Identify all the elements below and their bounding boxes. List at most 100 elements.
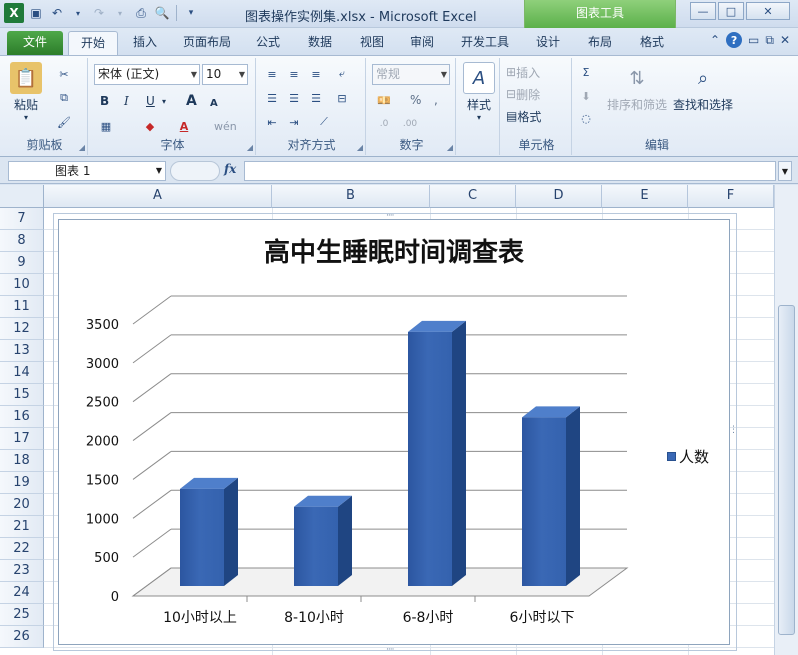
tab-view[interactable]: 视图: [350, 31, 394, 55]
borders-icon[interactable]: ▦: [96, 116, 116, 136]
underline-button[interactable]: U: [146, 91, 155, 111]
row-header-10[interactable]: 10: [0, 274, 44, 296]
close-button[interactable]: ✕: [746, 2, 790, 20]
align-right-icon[interactable]: ☰: [306, 88, 326, 108]
doc-close-icon[interactable]: ✕: [780, 33, 790, 47]
tab-layout[interactable]: 布局: [578, 31, 622, 55]
tab-design[interactable]: 设计: [526, 31, 570, 55]
customize-qat-icon[interactable]: ▾: [182, 4, 200, 22]
row-header-13[interactable]: 13: [0, 340, 44, 362]
column-header-b[interactable]: B: [272, 185, 430, 208]
print-icon[interactable]: ⎙: [132, 4, 150, 22]
select-all-corner[interactable]: [0, 185, 44, 208]
orientation-icon[interactable]: ⟋: [314, 112, 334, 132]
decrease-decimal-icon[interactable]: .00: [400, 114, 420, 134]
align-top-icon[interactable]: ≡: [262, 64, 282, 84]
increase-decimal-icon[interactable]: .0: [374, 114, 394, 134]
scrollbar-thumb[interactable]: [778, 305, 795, 635]
row-header-22[interactable]: 22: [0, 538, 44, 560]
excel-app-icon[interactable]: X: [4, 3, 24, 23]
redo-dropdown-icon[interactable]: ▾: [111, 4, 129, 22]
font-name-combo[interactable]: 宋体 (正文) ▼: [94, 64, 200, 85]
row-header-17[interactable]: 17: [0, 428, 44, 450]
row-header-12[interactable]: 12: [0, 318, 44, 340]
format-painter-icon[interactable]: 🖌: [54, 112, 74, 132]
paste-button[interactable]: 📋 粘贴 ▾: [8, 62, 44, 122]
expand-formula-icon[interactable]: ▼: [778, 161, 792, 181]
autosum-icon[interactable]: Σ: [576, 62, 596, 82]
align-middle-icon[interactable]: ≡: [284, 64, 304, 84]
doc-restore-icon[interactable]: ⧉: [765, 33, 774, 48]
row-header-18[interactable]: 18: [0, 450, 44, 472]
doc-minimize-icon[interactable]: ▭: [748, 33, 759, 47]
chart-1[interactable]: 高中生睡眠时间调查表 0 500 1000 1500 2000 2500 3000 3500 1…: [58, 219, 730, 645]
delete-cells-button[interactable]: ⊟ 删除: [506, 84, 540, 104]
increase-indent-icon[interactable]: ⇥: [284, 112, 304, 132]
name-box[interactable]: 图表 1 ▼: [8, 161, 166, 181]
font-launcher-icon[interactable]: ◢: [247, 143, 253, 152]
formula-input[interactable]: [244, 161, 776, 181]
align-left-icon[interactable]: ☰: [262, 88, 282, 108]
copy-icon[interactable]: ⧉: [54, 88, 74, 108]
styles-button[interactable]: A 样式 ▾: [462, 62, 496, 122]
fill-icon[interactable]: ⬇: [576, 86, 596, 106]
row-header-21[interactable]: 21: [0, 516, 44, 538]
decrease-indent-icon[interactable]: ⇤: [262, 112, 282, 132]
tab-home[interactable]: 开始: [68, 31, 118, 55]
row-header-15[interactable]: 15: [0, 384, 44, 406]
tab-format[interactable]: 格式: [630, 31, 674, 55]
column-header-c[interactable]: C: [430, 185, 516, 208]
save-icon[interactable]: ▣: [27, 4, 45, 22]
tab-formulas[interactable]: 公式: [246, 31, 290, 55]
maximize-button[interactable]: □: [718, 2, 744, 20]
row-header-24[interactable]: 24: [0, 582, 44, 604]
column-header-f[interactable]: F: [688, 185, 774, 208]
font-size-combo[interactable]: 10 ▼: [202, 64, 248, 85]
tab-file[interactable]: 文件: [7, 31, 63, 55]
italic-button[interactable]: I: [124, 91, 129, 111]
align-center-icon[interactable]: ☰: [284, 88, 304, 108]
vertical-scrollbar[interactable]: [774, 185, 798, 655]
row-header-16[interactable]: 16: [0, 406, 44, 428]
redo-icon[interactable]: ↷: [90, 4, 108, 22]
find-select-button[interactable]: ⌕ 查找和选择: [670, 62, 736, 113]
format-cells-button[interactable]: ▤ 格式: [506, 106, 541, 126]
clear-icon[interactable]: ◌: [576, 108, 596, 128]
tab-review[interactable]: 审阅: [400, 31, 444, 55]
column-header-d[interactable]: D: [516, 185, 602, 208]
tab-data[interactable]: 数据: [298, 31, 342, 55]
help-icon[interactable]: ?: [726, 32, 743, 48]
row-header-19[interactable]: 19: [0, 472, 44, 494]
grow-font-button[interactable]: A: [186, 91, 197, 111]
sort-filter-button[interactable]: ⇅ 排序和筛选: [606, 62, 668, 113]
row-header-26[interactable]: 26: [0, 626, 44, 648]
row-header-11[interactable]: 11: [0, 296, 44, 318]
insert-function-button[interactable]: fx: [224, 162, 236, 176]
alignment-launcher-icon[interactable]: ◢: [357, 143, 363, 152]
number-format-combo[interactable]: 常规 ▼: [372, 64, 450, 85]
resize-handle-bottom[interactable]: ····: [386, 645, 395, 655]
undo-icon[interactable]: ↶: [48, 4, 66, 22]
chart-plot-area[interactable]: 0 500 1000 1500 2000 2500 3000 3500 10小时以上 8-10小时…: [59, 220, 731, 646]
phonetic-button[interactable]: wén: [214, 116, 237, 136]
insert-cells-button[interactable]: ⊞ 插入: [506, 62, 540, 82]
column-header-e[interactable]: E: [602, 185, 688, 208]
tab-developer[interactable]: 开发工具: [452, 31, 518, 55]
chart-legend[interactable]: 人数: [667, 446, 709, 467]
row-header-14[interactable]: 14: [0, 362, 44, 384]
font-color-icon[interactable]: A: [174, 116, 194, 136]
fill-color-icon[interactable]: ◆: [140, 116, 160, 136]
tab-page-layout[interactable]: 页面布局: [172, 31, 242, 55]
column-header-a[interactable]: A: [44, 185, 272, 208]
wrap-text-icon[interactable]: ⤶: [332, 64, 352, 84]
row-header-25[interactable]: 25: [0, 604, 44, 626]
bold-button[interactable]: B: [100, 91, 109, 111]
shrink-font-button[interactable]: A: [210, 93, 218, 113]
row-header-7[interactable]: 7: [0, 208, 44, 230]
row-header-23[interactable]: 23: [0, 560, 44, 582]
tab-insert[interactable]: 插入: [122, 31, 168, 55]
merge-center-icon[interactable]: ⊟: [332, 88, 352, 108]
minimize-ribbon-icon[interactable]: ⌃: [710, 33, 720, 47]
currency-icon[interactable]: 💴: [374, 90, 394, 110]
align-bottom-icon[interactable]: ≡: [306, 64, 326, 84]
